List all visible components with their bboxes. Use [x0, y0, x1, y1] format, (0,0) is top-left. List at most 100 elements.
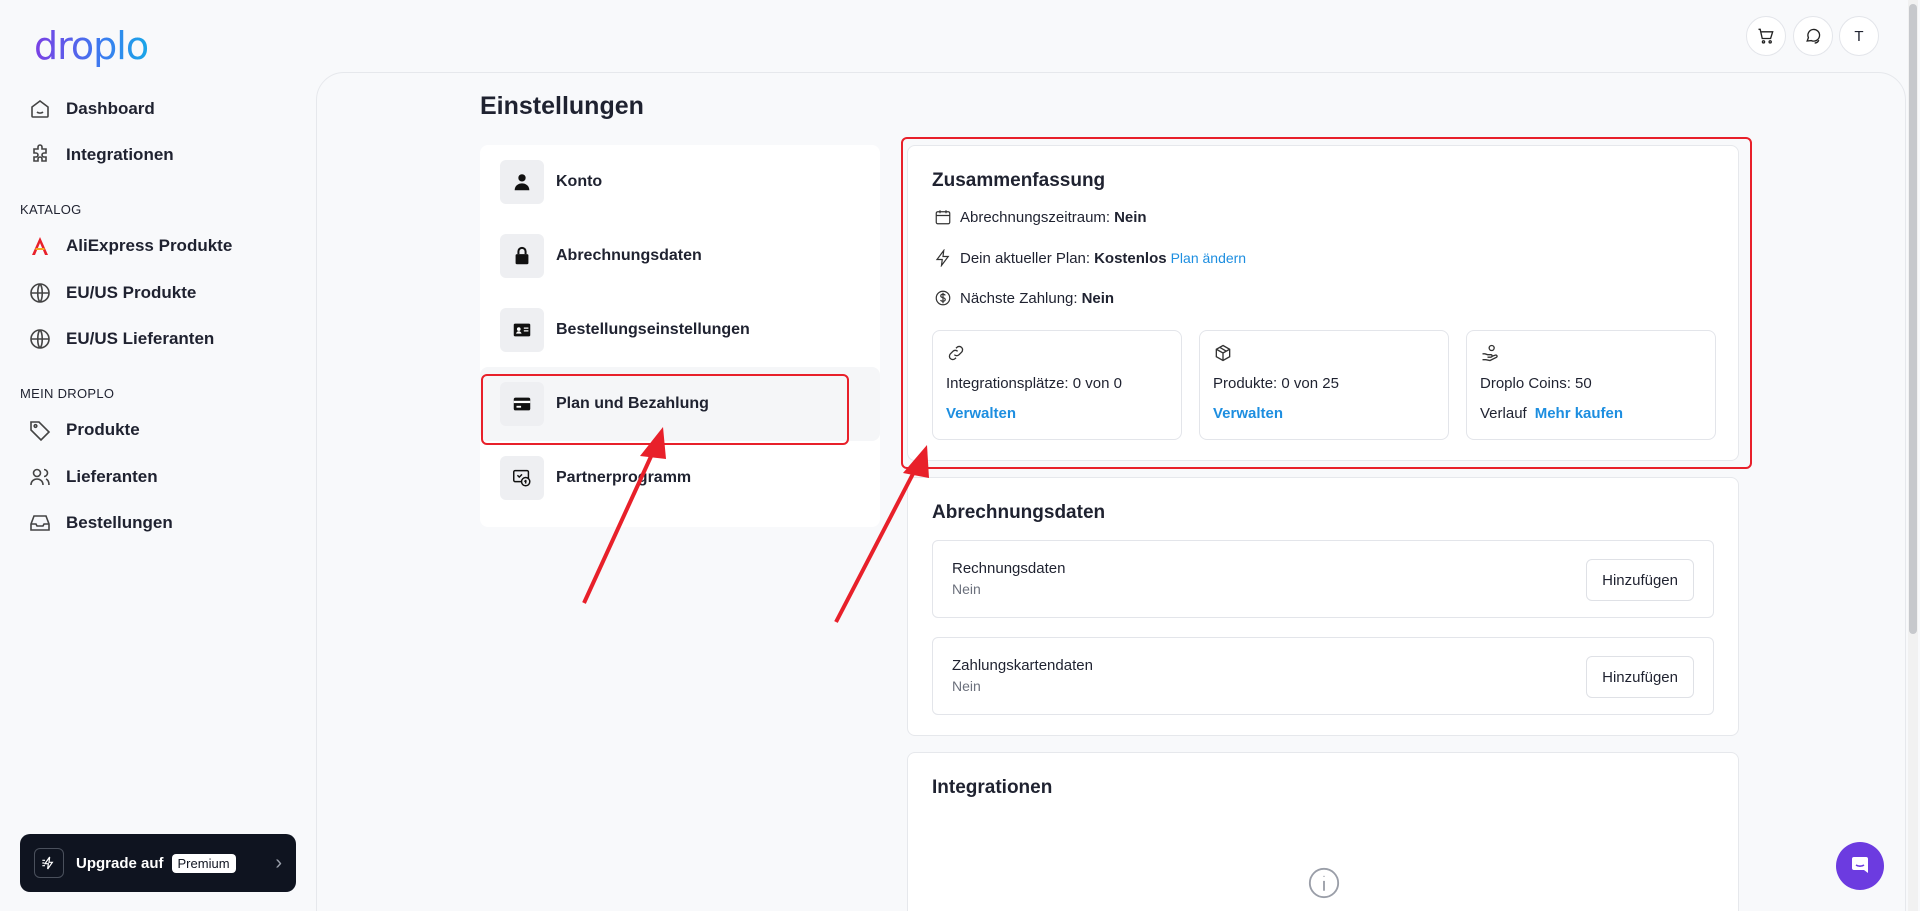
settings-menu: Konto Abrechnungsdaten Bestellungseinste… [480, 145, 880, 527]
page-title: Einstellungen [480, 92, 644, 120]
buy-more-coins-link[interactable]: Mehr kaufen [1535, 405, 1623, 422]
integration-slots-card: Integrationsplätze: 0 von 0 Verwalten [932, 330, 1182, 440]
billing-card: Abrechnungsdaten Rechnungsdaten Nein Hin… [907, 477, 1739, 736]
droplo-coins-text: Droplo Coins: 50 [1480, 375, 1592, 392]
sidebar-item-bestellungen[interactable]: Bestellungen [28, 505, 298, 541]
summary-card: Zusammenfassung Abrechnungszeitraum: Nei… [907, 145, 1739, 461]
droplo-logo[interactable]: droplo [34, 24, 149, 68]
sidebar-item-eu-us-produkte[interactable]: EU/US Produkte [28, 275, 298, 311]
tag-icon [30, 421, 51, 442]
add-invoice-data-button[interactable]: Hinzufügen [1586, 559, 1694, 601]
settings-item-konto[interactable]: Konto [480, 145, 880, 219]
next-payment-value: Nein [1081, 289, 1115, 307]
credit-card-icon [513, 397, 531, 411]
upgrade-icon [34, 848, 64, 878]
id-card-icon [513, 323, 531, 337]
users-icon [30, 468, 50, 486]
invoice-data-value: Nein [952, 581, 981, 597]
sidebar: droplo Dashboard Integrationen KATALOG A… [0, 0, 316, 911]
upgrade-premium-button[interactable]: Upgrade auf Premium › [20, 834, 296, 892]
coins-history-link[interactable]: Verlauf [1480, 405, 1527, 422]
products-text: Produkte: 0 von 25 [1213, 375, 1339, 392]
sidebar-item-label: Integrationen [66, 145, 174, 164]
link-icon [948, 345, 964, 361]
sidebar-item-label: Lieferanten [66, 467, 158, 486]
sidebar-item-label: Bestellungen [66, 513, 173, 532]
cart-button[interactable] [1746, 16, 1786, 56]
settings-item-partnerprogramm[interactable]: Partnerprogramm [480, 441, 880, 515]
settings-item-bestellungseinstellungen[interactable]: Bestellungseinstellungen [480, 293, 880, 367]
sidebar-item-eu-us-lieferanten[interactable]: EU/US Lieferanten [28, 321, 298, 357]
next-payment-label: Nächste Zahlung: [960, 289, 1078, 307]
menu-icon-box [500, 382, 544, 426]
menu-icon-box [500, 456, 544, 500]
sidebar-item-label: EU/US Lieferanten [66, 329, 215, 348]
plan-change-link[interactable]: Plan ändern [1171, 250, 1247, 266]
settings-item-label: Bestellungseinstellungen [556, 321, 750, 338]
chat-bubble-icon [1852, 857, 1868, 873]
lightning-icon [935, 249, 950, 267]
section-mein-droplo: MEIN DROPLO [20, 386, 115, 401]
sidebar-item-label: EU/US Produkte [66, 283, 197, 302]
chat-support-icon [1806, 28, 1821, 44]
invoice-data-row: Rechnungsdaten Nein Hinzufügen [932, 540, 1714, 618]
calendar-icon [935, 210, 951, 225]
integrations-card: Integrationen [907, 752, 1739, 911]
globe-icon [30, 329, 50, 349]
scrollbar-thumb[interactable] [1909, 4, 1917, 634]
add-payment-card-button[interactable]: Hinzufügen [1586, 656, 1694, 698]
sidebar-item-label: Produkte [66, 420, 140, 439]
chat-widget-button[interactable] [1836, 842, 1884, 890]
sidebar-item-aliexpress[interactable]: AliExpress Produkte [28, 228, 298, 264]
menu-icon-box [500, 160, 544, 204]
section-katalog: KATALOG [20, 202, 82, 217]
settings-item-label: Konto [556, 173, 603, 190]
sidebar-item-label: Dashboard [66, 99, 155, 118]
globe-icon [30, 283, 50, 303]
support-button[interactable] [1793, 16, 1833, 56]
plan-label: Dein aktueller Plan: [960, 249, 1091, 267]
payment-card-value: Nein [952, 678, 981, 694]
lock-icon [515, 246, 529, 265]
integrations-title: Integrationen [932, 777, 1053, 798]
user-avatar[interactable]: T [1839, 16, 1879, 56]
menu-icon-box [500, 308, 544, 352]
aliexpress-icon [32, 237, 48, 255]
billing-period-value: Nein [1114, 208, 1147, 226]
box-icon [1215, 344, 1231, 362]
chevron-right-icon: › [275, 851, 282, 874]
settings-item-label: Partnerprogramm [556, 469, 692, 486]
inbox-icon [30, 515, 50, 531]
products-card: Produkte: 0 von 25 Verwalten [1199, 330, 1449, 440]
current-plan-row: Dein aktueller Plan: Kostenlos Plan ände… [934, 249, 1246, 267]
invoice-data-title: Rechnungsdaten [952, 560, 1066, 577]
settings-item-plan-und-bezahlung[interactable]: Plan und Bezahlung [480, 367, 880, 441]
upgrade-label: Upgrade auf [76, 854, 164, 872]
integration-slots-text: Integrationsplätze: 0 von 0 [946, 375, 1122, 392]
billing-period-row: Abrechnungszeitraum: Nein [934, 208, 1147, 226]
coins-hand-icon [1482, 344, 1498, 362]
premium-badge: Premium [171, 853, 236, 873]
sidebar-item-integrationen[interactable]: Integrationen [28, 137, 298, 173]
plan-value: Kostenlos [1094, 249, 1167, 267]
billing-period-label: Abrechnungszeitraum: [960, 208, 1111, 226]
products-manage-link[interactable]: Verwalten [1213, 405, 1283, 422]
settings-item-abrechnungsdaten[interactable]: Abrechnungsdaten [480, 219, 880, 293]
billing-title: Abrechnungsdaten [932, 502, 1106, 523]
dollar-circle-icon [935, 290, 951, 306]
user-icon [514, 174, 530, 191]
menu-icon-box [500, 234, 544, 278]
sidebar-item-label: AliExpress Produkte [66, 236, 233, 255]
sidebar-item-dashboard[interactable]: Dashboard [28, 91, 298, 127]
droplo-coins-card: Droplo Coins: 50 Verlauf Mehr kaufen [1466, 330, 1716, 440]
home-icon [31, 100, 49, 118]
integration-manage-link[interactable]: Verwalten [946, 405, 1016, 422]
partner-icon [513, 469, 531, 487]
puzzle-icon [33, 144, 47, 162]
sidebar-item-produkte[interactable]: Produkte [28, 412, 298, 448]
payment-card-row: Zahlungskartendaten Nein Hinzufügen [932, 637, 1714, 715]
info-icon [1308, 867, 1340, 899]
payment-card-title: Zahlungskartendaten [952, 657, 1093, 674]
summary-title: Zusammenfassung [932, 170, 1106, 191]
sidebar-item-lieferanten[interactable]: Lieferanten [28, 459, 298, 495]
